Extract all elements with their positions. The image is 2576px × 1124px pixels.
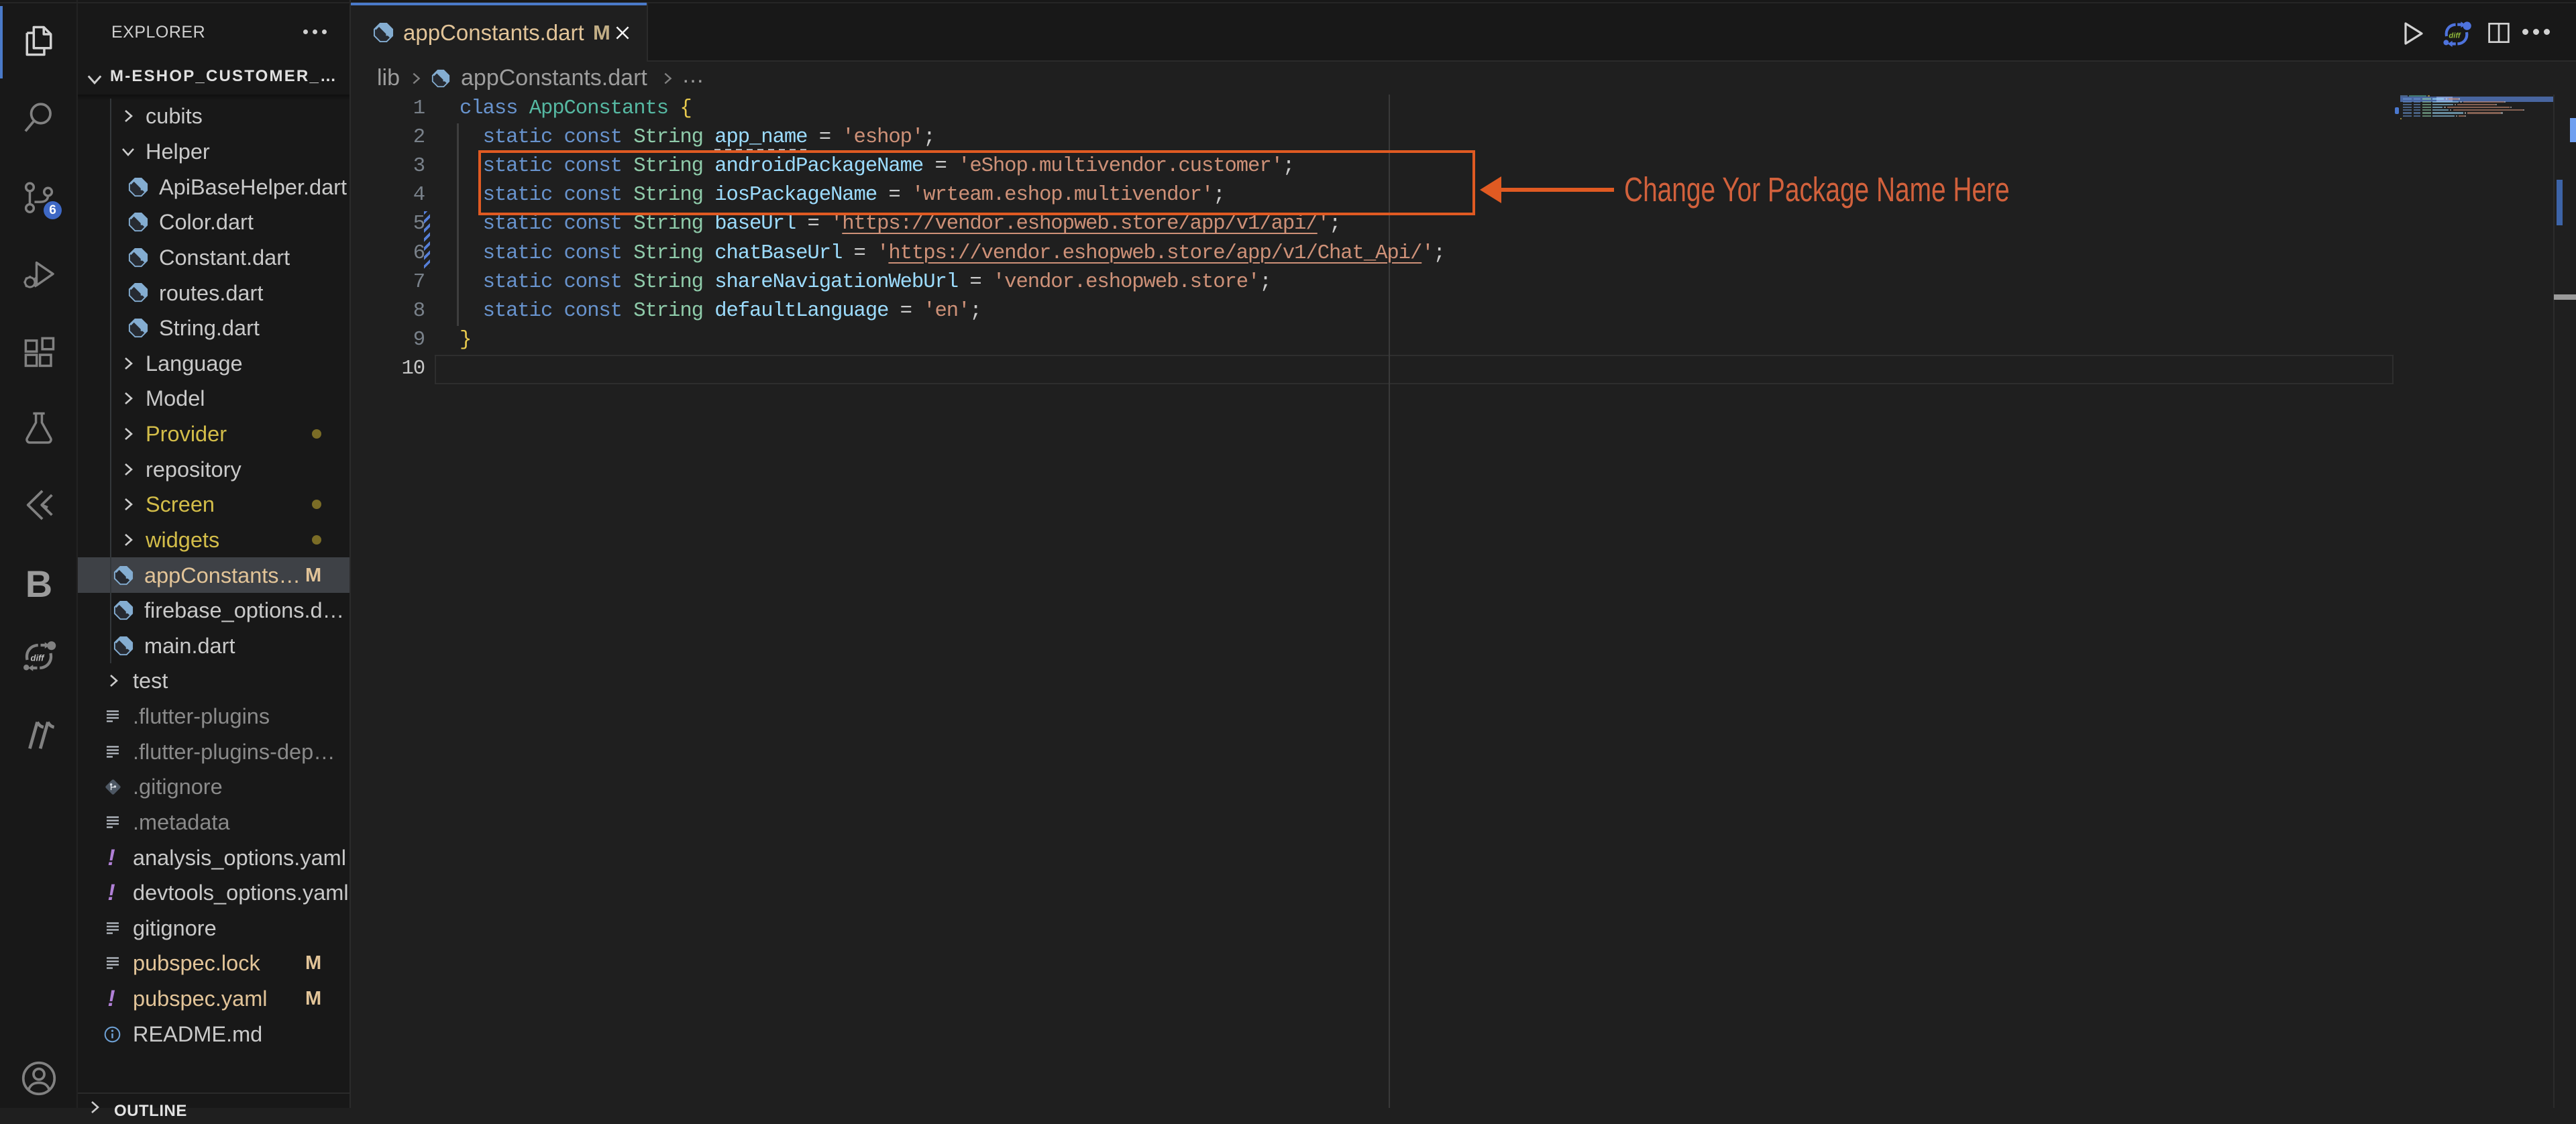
svg-text:diff: diff <box>2449 32 2461 40</box>
svg-text:diff: diff <box>31 653 46 663</box>
